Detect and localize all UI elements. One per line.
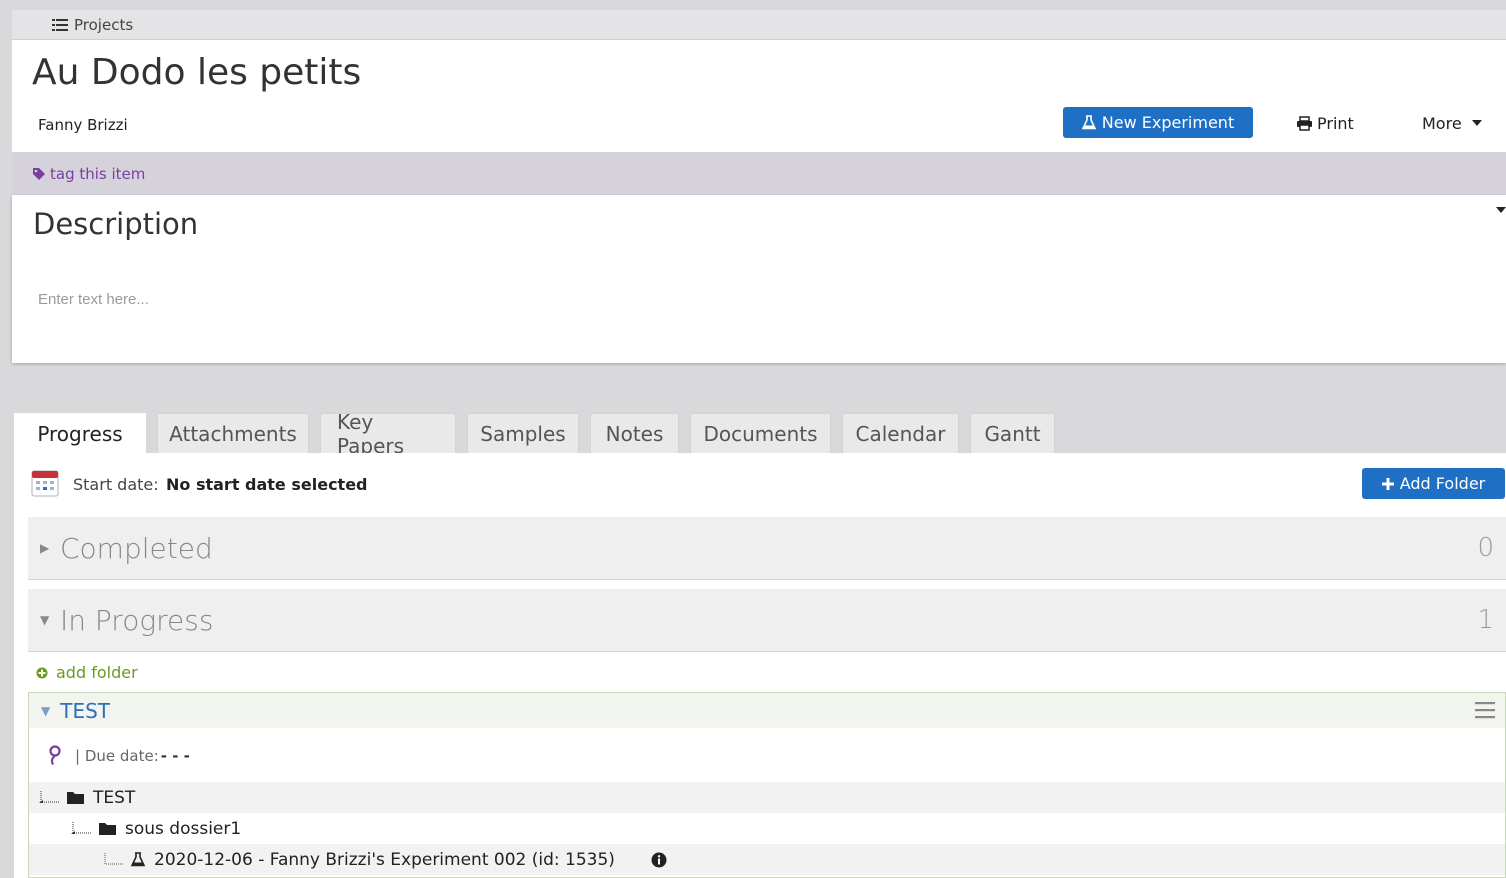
plus-icon — [1381, 477, 1394, 490]
description-panel: Description Enter text here... — [12, 195, 1506, 363]
new-experiment-label: New Experiment — [1101, 113, 1235, 132]
in-progress-count: 1 — [1477, 605, 1494, 635]
tab-gantt[interactable]: Gantt — [970, 413, 1055, 453]
info-icon[interactable] — [651, 852, 667, 868]
experiment-link[interactable]: 2020-12-06 - Fanny Brizzi's Experiment 0… — [154, 850, 615, 870]
tab-notes[interactable]: Notes — [590, 413, 679, 453]
tag-icon — [33, 167, 45, 180]
tree-row[interactable]: 2020-12-06 - Fanny Brizzi's Experiment 0… — [29, 844, 1505, 875]
caret-down-icon: ▼ — [41, 703, 51, 718]
in-progress-label: In Progress — [60, 603, 214, 637]
project-header: Au Dodo les petits Fanny Brizzi New Expe… — [12, 40, 1506, 152]
tag-bar[interactable]: tag this item — [12, 152, 1506, 195]
more-dropdown[interactable]: More — [1422, 110, 1482, 136]
tree-branch-icon — [104, 852, 123, 864]
folder-icon — [67, 792, 84, 804]
folder-icon — [99, 823, 116, 835]
tree-branch-icon — [71, 821, 91, 834]
tree-row[interactable]: sous dossier1 — [29, 813, 1505, 844]
tab-key-papers[interactable]: Key Papers — [320, 410, 456, 458]
calendar-icon[interactable] — [31, 469, 59, 497]
tab-progress[interactable]: Progress — [14, 413, 146, 454]
page-title: Au Dodo les petits — [32, 52, 362, 93]
plus-circle-icon — [36, 667, 48, 678]
new-experiment-button[interactable]: New Experiment — [1063, 107, 1253, 138]
description-title: Description — [33, 207, 199, 241]
caret-down-icon: ▼ — [40, 613, 50, 627]
completed-section-header[interactable]: ▶ Completed 0 — [28, 517, 1506, 580]
add-folder-button[interactable]: Add Folder — [1362, 468, 1505, 499]
tab-documents[interactable]: Documents — [690, 413, 831, 453]
breadcrumb-projects-link[interactable]: Projects — [74, 16, 133, 34]
tab-calendar[interactable]: Calendar — [842, 413, 959, 453]
due-date-row: | Due date: - - - — [47, 745, 190, 767]
flask-icon — [1081, 115, 1096, 130]
due-date-label: | Due date: — [75, 747, 159, 765]
tab-attachments[interactable]: Attachments — [157, 413, 309, 453]
list-icon — [52, 18, 68, 31]
gender-icon — [49, 745, 61, 765]
project-tabs: Progress Attachments Key Papers Samples … — [14, 410, 1055, 458]
tag-this-item-link[interactable]: tag this item — [50, 165, 145, 183]
tab-samples[interactable]: Samples — [467, 413, 579, 453]
add-folder-label: Add Folder — [1399, 474, 1486, 493]
add-folder-link-label: add folder — [56, 663, 138, 682]
flask-icon — [131, 852, 145, 867]
print-button[interactable]: Print — [1296, 110, 1354, 136]
progress-tab-content: Start date: No start date selected Add F… — [14, 453, 1506, 878]
tree-branch-icon — [39, 790, 59, 803]
caret-right-icon: ▶ — [40, 541, 50, 555]
description-collapse-icon[interactable] — [1496, 207, 1506, 213]
folder-name[interactable]: TEST — [60, 699, 110, 723]
hamburger-icon[interactable] — [1475, 701, 1495, 719]
tree-item-label[interactable]: sous dossier1 — [125, 819, 241, 839]
start-date-label: Start date: — [73, 475, 159, 494]
more-label: More — [1422, 113, 1462, 133]
breadcrumb[interactable]: Projects — [12, 10, 1506, 40]
completed-count: 0 — [1477, 533, 1494, 563]
printer-icon — [1297, 115, 1312, 131]
tree-item-label[interactable]: TEST — [93, 788, 135, 808]
completed-label: Completed — [60, 531, 213, 565]
add-folder-link[interactable]: add folder — [36, 663, 138, 682]
project-owner: Fanny Brizzi — [38, 116, 128, 134]
in-progress-section-header[interactable]: ▼ In Progress 1 — [28, 589, 1506, 652]
due-date-value[interactable]: - - - — [161, 747, 190, 765]
folder-card: ▼ TEST | Due date: - - - TEST sous dossi… — [28, 692, 1506, 878]
description-editor[interactable]: Enter text here... — [38, 291, 149, 308]
print-label: Print — [1317, 113, 1354, 133]
folder-header[interactable]: ▼ TEST — [29, 693, 1505, 728]
tree-row[interactable]: TEST — [29, 782, 1505, 813]
start-date-value[interactable]: No start date selected — [166, 475, 368, 494]
caret-down-icon — [1471, 120, 1482, 126]
